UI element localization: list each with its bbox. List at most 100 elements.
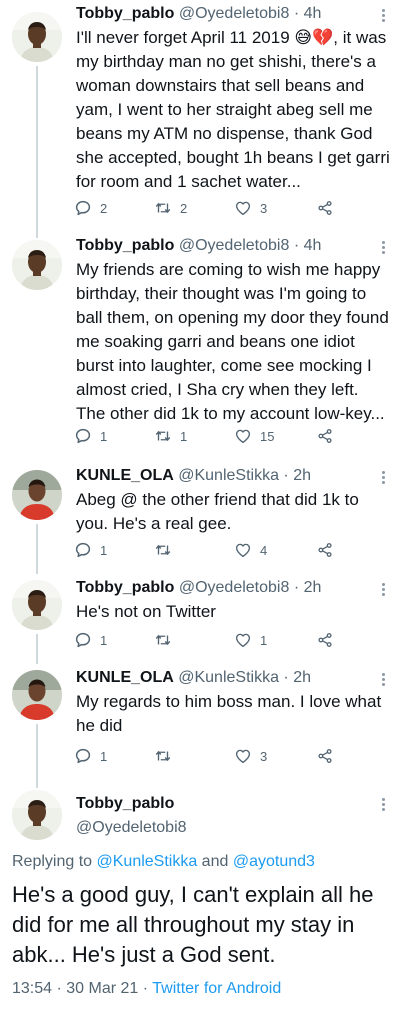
more-icon[interactable] <box>378 798 388 812</box>
avatar[interactable] <box>12 580 62 630</box>
separator: · <box>293 579 300 596</box>
tweet-date: 30 Mar 21 <box>66 980 139 997</box>
reply-icon <box>74 427 92 445</box>
display-name[interactable]: KUNLE_OLA <box>76 467 174 484</box>
reply-count: 1 <box>100 632 108 648</box>
more-icon[interactable] <box>378 471 388 485</box>
tweet-time: 2h <box>293 467 311 484</box>
like-count: 3 <box>260 200 268 216</box>
retweet-icon <box>154 631 172 649</box>
user-handle[interactable]: @Oyedeletobi8 <box>179 5 290 22</box>
share-icon <box>316 427 334 445</box>
display-name[interactable]: Tobby_pablo <box>76 237 174 254</box>
share-icon <box>316 631 334 649</box>
tweet-actions: 1 4 <box>74 540 344 560</box>
separator: · <box>283 669 289 686</box>
retweet-count: 2 <box>180 200 188 216</box>
reply-button[interactable]: 2 <box>74 198 107 218</box>
avatar[interactable] <box>12 12 62 62</box>
retweet-button[interactable]: 2 <box>154 198 187 218</box>
avatar[interactable] <box>12 470 62 520</box>
like-button[interactable]: 15 <box>234 426 274 446</box>
user-handle[interactable]: @Oyedeletobi8 <box>76 818 378 838</box>
retweet-button[interactable] <box>154 540 180 560</box>
thread-line <box>36 66 38 232</box>
retweet-button[interactable]: 1 <box>154 426 187 446</box>
display-name[interactable]: Tobby_pablo <box>76 5 174 22</box>
tweet-5[interactable]: KUNLE_OLA @KunleStikka · 2h My regards t… <box>0 664 402 780</box>
avatar[interactable] <box>12 670 62 720</box>
share-button[interactable] <box>316 426 334 446</box>
reply-count: 1 <box>100 748 108 764</box>
tweet-text: Abeg @ the other friend that did 1k to y… <box>76 490 359 533</box>
tweet-header: Tobby_pablo @Oyedeletobi8 · 4h <box>76 4 378 24</box>
display-name[interactable]: Tobby_pablo <box>76 794 378 814</box>
separator: · <box>142 980 149 997</box>
share-icon <box>316 747 334 765</box>
separator: · <box>56 980 62 997</box>
tweet-header: KUNLE_OLA @KunleStikka · 2h <box>76 466 378 486</box>
user-handle[interactable]: @KunleStikka <box>178 669 279 686</box>
tweet-header: Tobby_pablo @Oyedeletobi8 · 4h <box>76 236 378 256</box>
main-tweet-text: He's a good guy, I can't explain all he … <box>12 882 374 967</box>
reply-button[interactable]: 1 <box>74 540 107 560</box>
avatar[interactable] <box>12 240 62 290</box>
tweet-source-link[interactable]: Twitter for Android <box>152 980 281 997</box>
tweet-3[interactable]: KUNLE_OLA @KunleStikka · 2h Abeg @ the o… <box>0 462 402 574</box>
replying-label: Replying to <box>12 853 97 870</box>
separator: · <box>293 5 300 22</box>
like-button[interactable]: 3 <box>234 746 267 766</box>
reply-count: 2 <box>100 200 108 216</box>
reply-count: 1 <box>100 428 108 444</box>
heart-icon <box>234 747 252 765</box>
retweet-button[interactable] <box>154 630 180 650</box>
tweet-text-part: , it was my birthday man no get shishi, … <box>76 28 390 191</box>
retweet-button[interactable] <box>154 746 180 766</box>
more-icon[interactable] <box>378 673 388 687</box>
thread-line <box>36 232 38 238</box>
reply-icon <box>74 747 92 765</box>
tweet-header: KUNLE_OLA @KunleStikka · 2h <box>76 668 378 688</box>
tweet-1[interactable]: Tobby_pablo @Oyedeletobi8 · 4h I'll neve… <box>0 0 402 232</box>
more-icon[interactable] <box>378 241 388 255</box>
tweet-4[interactable]: Tobby_pablo @Oyedeletobi8 · 2h He's not … <box>0 574 402 664</box>
heart-icon <box>234 199 252 217</box>
share-button[interactable] <box>316 540 334 560</box>
tweet-header: Tobby_pablo @Oyedeletobi8 <box>76 794 378 838</box>
mention-link[interactable]: @KunleStikka <box>97 853 198 870</box>
reply-button[interactable]: 1 <box>74 426 107 446</box>
more-icon[interactable] <box>378 583 388 597</box>
avatar[interactable] <box>12 790 62 840</box>
heart-icon <box>234 427 252 445</box>
share-icon <box>316 541 334 559</box>
display-name[interactable]: Tobby_pablo <box>76 579 174 596</box>
emoji: 😅💔 <box>294 28 334 47</box>
like-button[interactable]: 4 <box>234 540 267 560</box>
like-button[interactable]: 1 <box>234 630 267 650</box>
share-button[interactable] <box>316 198 334 218</box>
share-button[interactable] <box>316 746 334 766</box>
tweet-text-part: I'll never forget April 11 2019 <box>76 28 295 47</box>
heart-icon <box>234 541 252 559</box>
like-count: 1 <box>260 632 268 648</box>
tweet-time: 4h <box>303 237 322 254</box>
mention-link[interactable]: @ayotund3 <box>233 853 315 870</box>
share-icon <box>316 199 334 217</box>
thread-line <box>36 780 38 788</box>
user-handle[interactable]: @Oyedeletobi8 <box>179 237 290 254</box>
tweet-2[interactable]: Tobby_pablo @Oyedeletobi8 · 4h My friend… <box>0 232 402 462</box>
display-name[interactable]: KUNLE_OLA <box>76 669 174 686</box>
reply-icon <box>74 199 92 217</box>
user-handle[interactable]: @KunleStikka <box>178 467 279 484</box>
share-button[interactable] <box>316 630 334 650</box>
more-icon[interactable] <box>378 9 388 23</box>
tweet-actions: 2 2 3 <box>74 198 344 218</box>
tweet-header: Tobby_pablo @Oyedeletobi8 · 2h <box>76 578 378 598</box>
tweet-time: 2h <box>303 579 322 596</box>
like-button[interactable]: 3 <box>234 198 267 218</box>
separator: · <box>293 237 300 254</box>
reply-button[interactable]: 1 <box>74 630 107 650</box>
reply-button[interactable]: 1 <box>74 746 107 766</box>
user-handle[interactable]: @Oyedeletobi8 <box>179 579 290 596</box>
retweet-icon <box>154 427 172 445</box>
